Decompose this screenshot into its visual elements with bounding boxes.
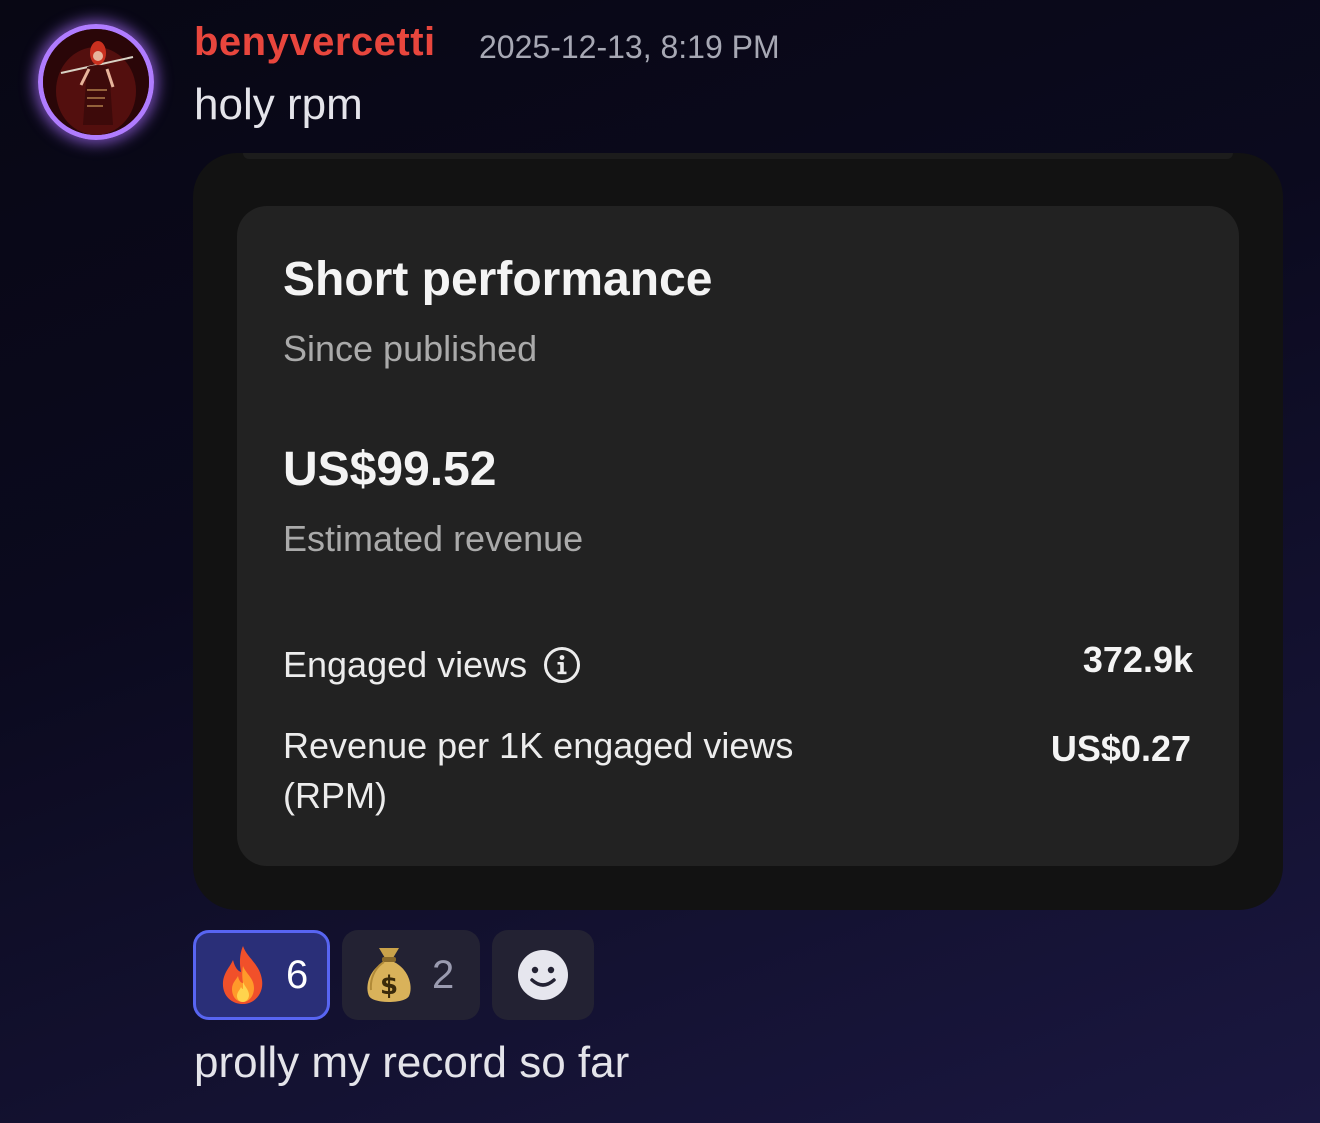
rpm-label: Revenue per 1K engaged views (RPM) [283, 725, 794, 816]
reaction-count: 2 [432, 952, 455, 997]
reaction-fire[interactable]: 6 [193, 930, 330, 1020]
fire-emoji [214, 944, 272, 1006]
message-text: holy rpm [194, 80, 363, 129]
performance-card: Short performance Since published US$99.… [237, 206, 1239, 866]
followup-message-text: prolly my record so far [194, 1038, 630, 1087]
card-subtitle: Since published [283, 328, 538, 369]
image-attachment[interactable]: Short performance Since published US$99.… [193, 153, 1283, 910]
avatar-image [43, 29, 149, 135]
smiley-icon [518, 950, 568, 1000]
reaction-count: 6 [286, 952, 309, 997]
money-bag-emoji: $ [360, 944, 418, 1006]
author-name[interactable]: benyvercetti [194, 20, 436, 65]
engaged-views-row-label: Engaged views [283, 640, 581, 690]
add-reaction-button[interactable] [492, 930, 594, 1020]
card-title: Short performance [283, 253, 713, 306]
info-icon[interactable] [543, 646, 581, 684]
user-avatar[interactable] [38, 24, 154, 140]
engaged-views-value: 372.9k [1082, 639, 1193, 680]
rpm-value: US$0.27 [1050, 728, 1191, 769]
svg-text:$: $ [380, 971, 398, 1001]
estimated-revenue-label: Estimated revenue [283, 518, 584, 559]
message-timestamp: 2025-12-13, 8:19 PM [479, 29, 780, 65]
reaction-money-bag[interactable]: $ 2 [342, 930, 480, 1020]
engaged-views-label: Engaged views [283, 644, 528, 685]
attachment-edge [243, 153, 1233, 159]
estimated-revenue-value: US$99.52 [283, 443, 497, 496]
